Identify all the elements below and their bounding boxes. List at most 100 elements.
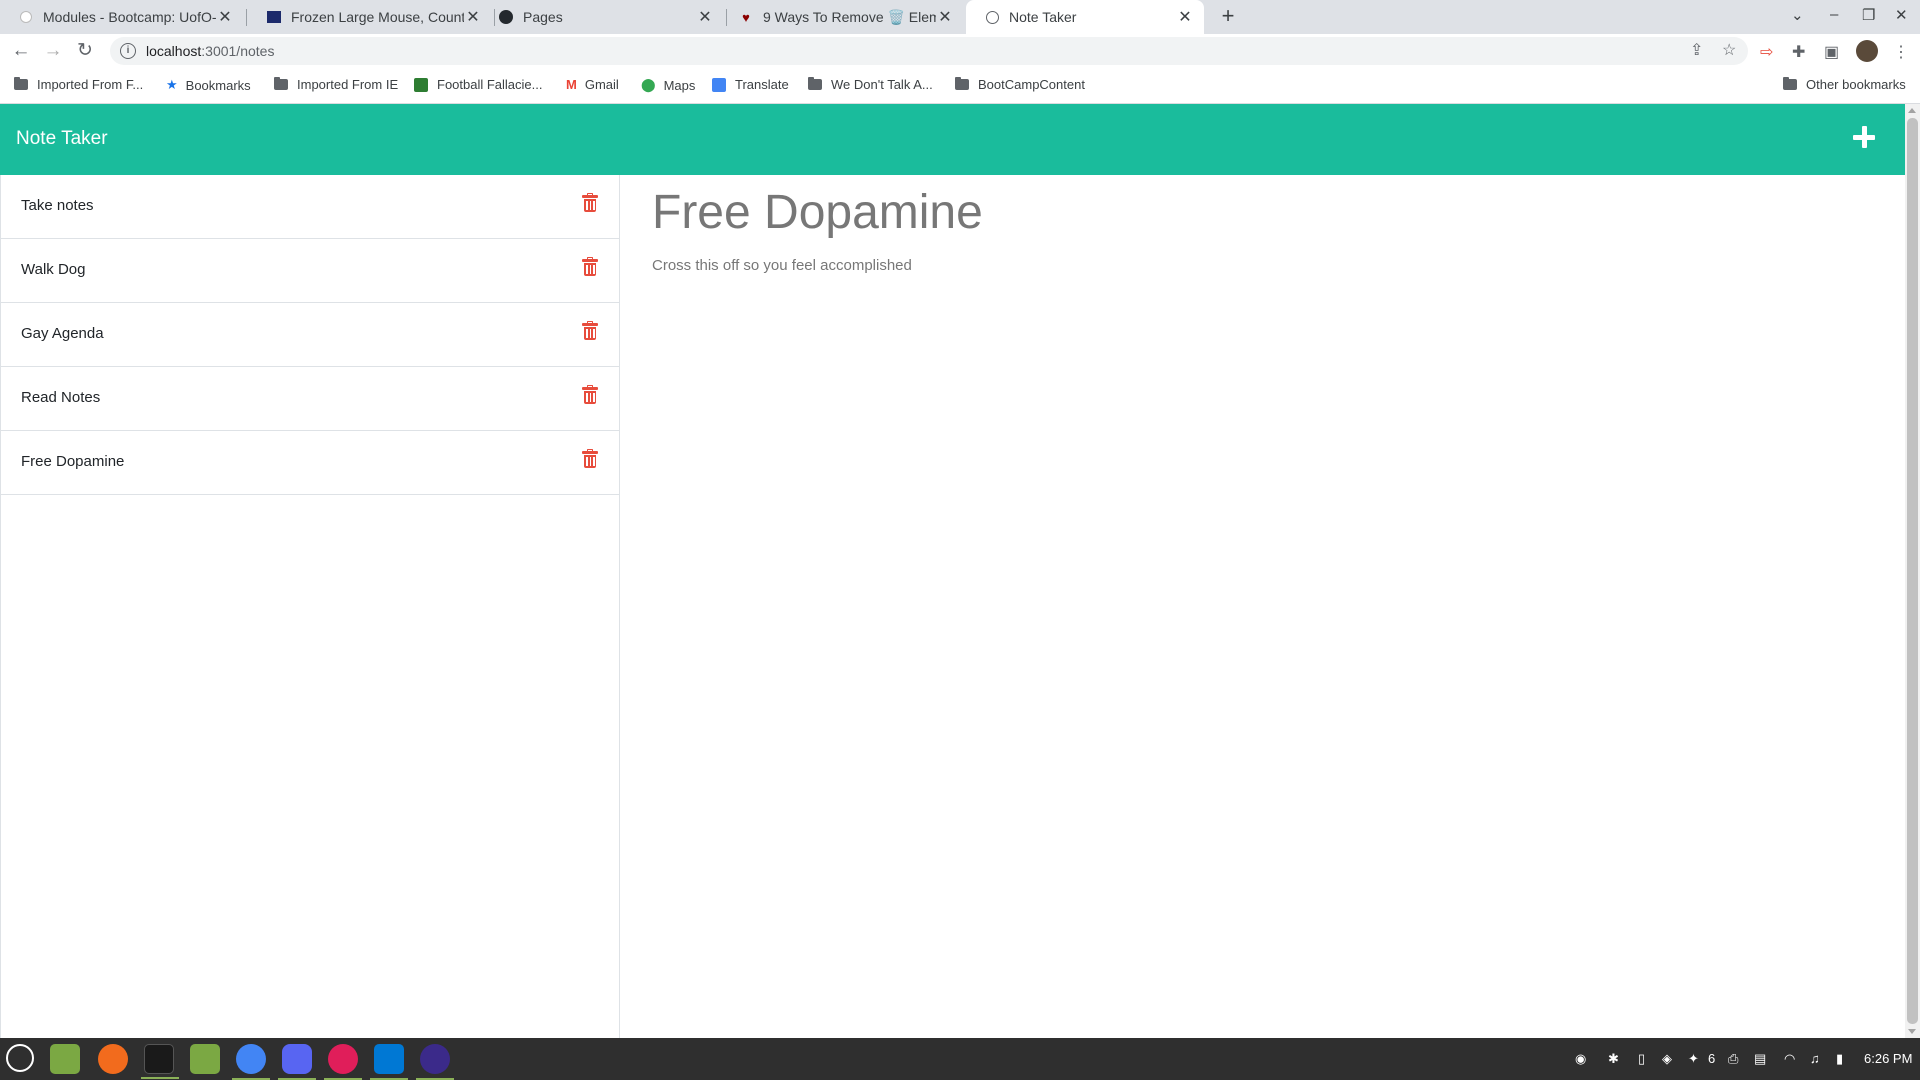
slack-icon[interactable] <box>324 1044 362 1080</box>
tab-frozen-mouse[interactable]: Frozen Large Mouse, Count of ✕ <box>248 0 492 34</box>
folder-icon <box>808 77 822 90</box>
bookmark-bootcampcontent[interactable]: BootCampContent <box>955 77 1085 92</box>
info-icon[interactable]: i <box>120 43 136 59</box>
note-title[interactable]: Take notes <box>21 197 94 214</box>
extensions-puzzle-icon[interactable]: ✚ <box>1792 42 1805 62</box>
note-title[interactable]: Walk Dog <box>21 261 85 278</box>
delete-trash-icon[interactable] <box>582 321 598 341</box>
delete-trash-icon[interactable] <box>582 449 598 469</box>
star-icon: ★ <box>166 77 178 92</box>
circle-icon <box>18 9 34 25</box>
show-desktop-icon[interactable] <box>50 1044 80 1074</box>
bookmark-maps[interactable]: ⬤ Maps <box>641 77 695 93</box>
vscode-icon[interactable] <box>370 1044 408 1080</box>
new-tab-button[interactable]: + <box>1216 5 1240 29</box>
bookmark-other[interactable]: Other bookmarks <box>1783 77 1906 92</box>
scroll-up-icon[interactable] <box>1908 108 1916 113</box>
bookmark-bookmarks[interactable]: ★ Bookmarks <box>166 77 251 93</box>
clock[interactable]: 6:26 PM <box>1864 1051 1912 1066</box>
address-bar[interactable]: i localhost:3001/notes ⇪ ☆ <box>110 37 1748 65</box>
bookmark-gmail[interactable]: M Gmail <box>566 77 619 92</box>
discord-tray-icon[interactable]: ◉ <box>1575 1051 1586 1067</box>
app-navbar: Note Taker <box>0 104 1905 175</box>
delete-trash-icon[interactable] <box>582 385 598 405</box>
close-tab-icon[interactable]: ✕ <box>936 7 954 27</box>
tab-search-icon[interactable]: ⌄ <box>1791 6 1804 24</box>
bookmark-imported-ie[interactable]: Imported From IE <box>274 77 398 92</box>
firefox-icon[interactable] <box>98 1044 128 1074</box>
list-item[interactable]: Gay Agenda <box>1 303 619 367</box>
bookmark-translate[interactable]: Translate <box>712 77 789 92</box>
shield-icon[interactable]: ◈ <box>1662 1051 1672 1067</box>
extension-icon[interactable]: ⇨ <box>1760 42 1773 62</box>
share-icon[interactable]: ⇪ <box>1690 40 1703 60</box>
terminal-icon[interactable] <box>141 1044 179 1079</box>
heart-icon: ♥ <box>742 9 750 25</box>
close-window-icon[interactable]: ✕ <box>1895 6 1908 24</box>
chrome-icon[interactable] <box>232 1044 270 1080</box>
battery-icon[interactable]: ▮ <box>1836 1051 1843 1067</box>
bookmark-football[interactable]: Football Fallacie... <box>414 77 543 92</box>
side-panel-icon[interactable]: ▣ <box>1824 42 1839 62</box>
mint-menu-icon[interactable] <box>6 1044 34 1072</box>
bookmark-we-dont-talk[interactable]: We Don't Talk A... <box>808 77 933 92</box>
back-icon[interactable]: ← <box>10 40 32 62</box>
tab-note-taker[interactable]: Note Taker ✕ <box>966 0 1204 34</box>
wifi-icon[interactable]: ◠ <box>1784 1051 1795 1067</box>
sound-icon[interactable]: ♫ <box>1810 1051 1820 1066</box>
menu-kebab-icon[interactable]: ⋮ <box>1893 42 1909 62</box>
reload-icon[interactable]: ↻ <box>74 40 96 62</box>
tab-modules[interactable]: Modules - Bootcamp: UofO-V ✕ <box>0 0 244 34</box>
tab-title: Pages <box>523 9 563 25</box>
printer-icon[interactable]: ⎙ <box>1728 1051 1738 1067</box>
clipboard-icon[interactable]: ▯ <box>1638 1051 1645 1067</box>
url-text: localhost:3001/notes <box>146 43 275 59</box>
maps-icon: ⬤ <box>641 77 656 92</box>
close-tab-icon[interactable]: ✕ <box>1176 7 1194 27</box>
gmail-icon: M <box>566 77 577 92</box>
discord-icon[interactable] <box>278 1044 316 1080</box>
tab-title: Frozen Large Mouse, Count of <box>291 9 464 25</box>
scroll-down-icon[interactable] <box>1908 1029 1916 1034</box>
note-title[interactable]: Read Notes <box>21 389 100 406</box>
note-title[interactable]: Gay Agenda <box>21 325 104 342</box>
close-tab-icon[interactable]: ✕ <box>696 7 714 27</box>
bookmark-imported-firefox[interactable]: Imported From F... <box>14 77 143 92</box>
list-item[interactable]: Take notes <box>1 175 619 239</box>
flag-us-icon[interactable]: ▤ <box>1754 1051 1766 1067</box>
minimize-icon[interactable]: – <box>1830 6 1838 23</box>
notification-icon[interactable]: ✦ <box>1688 1051 1699 1067</box>
globe-icon <box>984 9 1000 25</box>
files-icon[interactable] <box>190 1044 220 1074</box>
restore-icon[interactable]: ❐ <box>1862 6 1875 24</box>
page-scrollbar[interactable] <box>1905 104 1920 1038</box>
forward-icon[interactable]: → <box>42 40 64 62</box>
translate-icon <box>712 77 726 92</box>
store-icon <box>266 9 282 25</box>
site-icon <box>414 77 428 92</box>
profile-avatar[interactable] <box>1856 40 1878 62</box>
note-detail: Free Dopamine Cross this off so you feel… <box>620 175 1905 1038</box>
folder-icon <box>955 77 969 90</box>
bookmark-star-icon[interactable]: ☆ <box>1722 40 1736 60</box>
note-title-input[interactable]: Free Dopamine <box>652 185 983 240</box>
note-text-area[interactable]: Cross this off so you feel accomplished <box>652 257 912 274</box>
delete-trash-icon[interactable] <box>582 193 598 213</box>
new-note-plus-icon[interactable] <box>1850 123 1878 151</box>
app-title[interactable]: Note Taker <box>16 128 108 150</box>
note-title[interactable]: Free Dopamine <box>21 453 124 470</box>
close-tab-icon[interactable]: ✕ <box>216 7 234 27</box>
scrollbar-thumb[interactable] <box>1907 118 1918 1024</box>
delete-trash-icon[interactable] <box>582 257 598 277</box>
tab-pages[interactable]: Pages ✕ <box>480 0 724 34</box>
list-item[interactable]: Free Dopamine <box>1 431 619 495</box>
app-icon[interactable] <box>416 1044 454 1080</box>
list-item[interactable]: Walk Dog <box>1 239 619 303</box>
list-item[interactable]: Read Notes <box>1 367 619 431</box>
browser-tab-strip: Modules - Bootcamp: UofO-V ✕ Frozen Larg… <box>0 0 1920 34</box>
tab-remove-elements[interactable]: ♥ 9 Ways To Remove 🗑️ Elemen ✕ <box>720 0 964 34</box>
slack-tray-icon[interactable]: ✱ <box>1608 1051 1619 1067</box>
tray-count: 6 <box>1708 1051 1716 1066</box>
tab-title: Modules - Bootcamp: UofO-V <box>43 9 216 25</box>
tab-title: Note Taker <box>1009 9 1077 25</box>
